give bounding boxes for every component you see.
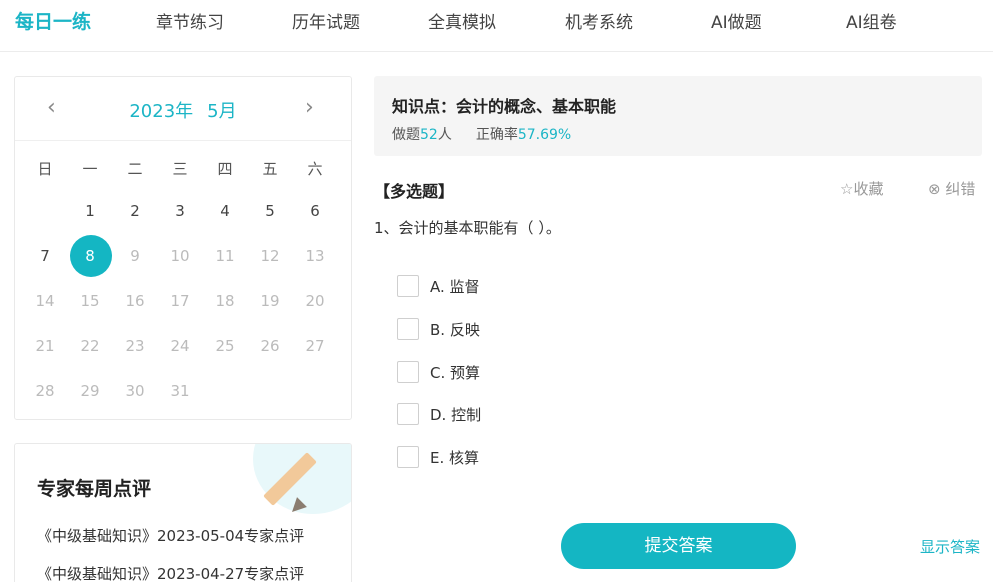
calendar-day[interactable]: 6 <box>295 200 335 222</box>
calendar-day: 23 <box>125 337 145 355</box>
accuracy-rate: 57.69% <box>517 127 572 143</box>
tab-ai-practice[interactable]: AI做题 <box>711 8 762 33</box>
calendar-day: 10 <box>170 247 190 265</box>
attempts-count: 52 <box>420 127 438 143</box>
calendar-day[interactable]: 5 <box>250 200 290 222</box>
calendar-day: 30 <box>125 382 145 400</box>
submit-answer-button[interactable]: 提交答案 <box>561 523 796 569</box>
calendar-day: 24 <box>170 337 190 355</box>
tab-daily-practice[interactable]: 每日一练 <box>15 7 91 34</box>
calendar-title: 2023年 5月 <box>15 97 351 123</box>
calendar-day: 11 <box>215 247 235 265</box>
calendar-day: 14 <box>35 292 55 310</box>
option-label: E. 核算 <box>430 449 480 467</box>
accuracy-label: 正确率 <box>475 127 518 143</box>
question-text: 1、会计的基本职能有（ ）。 <box>374 219 561 237</box>
calendar-day: 13 <box>305 247 325 265</box>
weekday-label: 五 <box>262 160 278 178</box>
weekday-label: 一 <box>82 160 98 178</box>
calendar-day: 9 <box>130 247 140 265</box>
calendar-day[interactable]: 1 <box>70 200 110 222</box>
tab-mock-exam[interactable]: 全真模拟 <box>428 8 496 33</box>
weekday-label: 六 <box>307 160 323 178</box>
calendar-day: 31 <box>170 382 190 400</box>
calendar-day[interactable]: 2 <box>115 200 155 222</box>
calendar-day: 26 <box>260 337 280 355</box>
calendar-day: 21 <box>35 337 55 355</box>
knowledge-point-title: 知识点：会计的概念、基本职能 <box>392 97 617 116</box>
option-label: D. 控制 <box>430 406 482 424</box>
calendar-day: 25 <box>215 337 235 355</box>
expert-review-title: 专家每周点评 <box>37 478 152 500</box>
report-error-button[interactable]: ⊗ 纠错 <box>928 178 975 199</box>
calendar-day-selected[interactable]: 8 <box>70 245 110 267</box>
expert-review-link[interactable]: 《中级基础知识》2023-04-27专家点评 <box>37 563 304 582</box>
calendar-day: 27 <box>305 337 325 355</box>
option-label: C. 预算 <box>430 364 481 382</box>
calendar-day[interactable]: 7 <box>25 245 65 267</box>
top-nav: 每日一练 章节练习 历年试题 全真模拟 机考系统 AI做题 AI组卷 <box>0 0 993 52</box>
calendar-day: 28 <box>35 382 55 400</box>
calendar-day: 19 <box>260 292 280 310</box>
calendar-day: 17 <box>170 292 190 310</box>
expert-review-card: 专家每周点评 《中级基础知识》2023-05-04专家点评 《中级基础知识》20… <box>14 443 352 582</box>
question-type: 【多选题】 <box>374 182 455 201</box>
calendar-month: 5月 <box>207 101 237 122</box>
calendar-day: 22 <box>80 337 100 355</box>
calendar-day: 16 <box>125 292 145 310</box>
tab-chapter-practice[interactable]: 章节练习 <box>156 8 224 33</box>
attempts-label: 做题 <box>392 127 420 143</box>
expert-review-link[interactable]: 《中级基础知识》2023-05-04专家点评 <box>37 525 304 546</box>
knowledge-point-box: 知识点：会计的概念、基本职能 做题52人 正确率57.69% <box>374 76 982 156</box>
weekday-label: 日 <box>37 160 53 178</box>
tab-past-exams[interactable]: 历年试题 <box>292 8 360 33</box>
option-label: A. 监督 <box>430 278 480 296</box>
favorite-button[interactable]: ☆收藏 <box>840 178 883 199</box>
calendar-day: 12 <box>260 247 280 265</box>
weekday-label: 四 <box>217 160 233 178</box>
attempts-unit: 人 <box>437 127 452 143</box>
checkbox[interactable] <box>397 361 419 383</box>
weekday-label: 二 <box>127 160 143 178</box>
calendar-day: 20 <box>305 292 325 310</box>
checkbox[interactable] <box>397 275 419 297</box>
calendar-day: 18 <box>215 292 235 310</box>
checkbox[interactable] <box>397 403 419 425</box>
calendar-header: ‹ 2023年 5月 › <box>15 77 351 141</box>
calendar-day[interactable]: 4 <box>205 200 245 222</box>
calendar-day[interactable]: 3 <box>160 200 200 222</box>
calendar-day: 15 <box>80 292 100 310</box>
option-label: B. 反映 <box>430 321 480 339</box>
next-month-icon[interactable]: › <box>305 94 314 122</box>
calendar-year: 2023年 <box>129 101 194 122</box>
calendar-day: 29 <box>80 382 100 400</box>
checkbox[interactable] <box>397 318 419 340</box>
knowledge-point-stats: 做题52人 正确率57.69% <box>392 124 571 144</box>
tab-computer-exam[interactable]: 机考系统 <box>565 8 633 33</box>
checkbox[interactable] <box>397 446 419 468</box>
weekday-label: 三 <box>172 160 188 178</box>
tab-ai-paper[interactable]: AI组卷 <box>846 8 897 33</box>
show-answer-link[interactable]: 显示答案 <box>920 536 980 557</box>
